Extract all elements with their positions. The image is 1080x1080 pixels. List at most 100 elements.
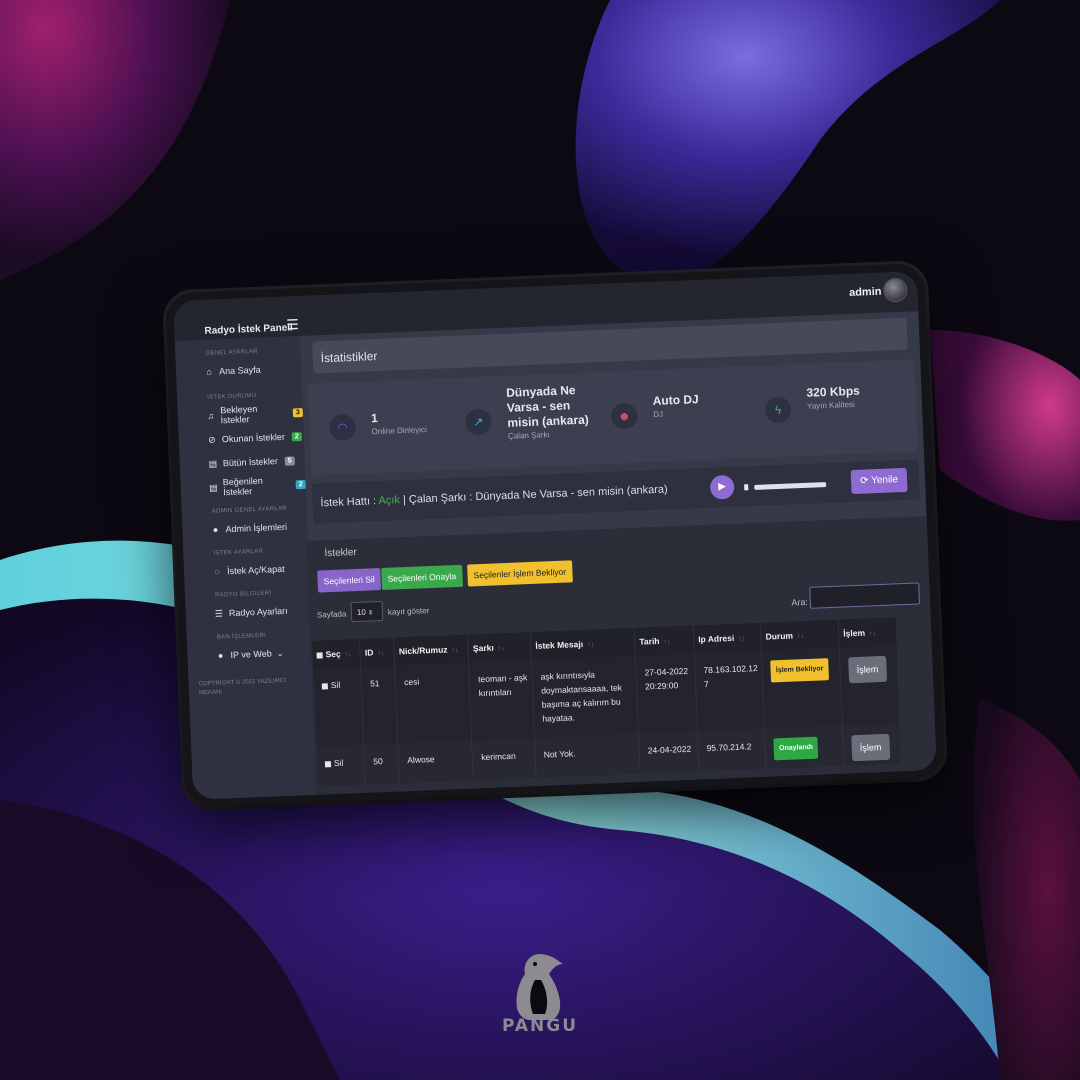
sort-icon: ↑↓ <box>377 649 385 658</box>
id-cell: 50 <box>364 743 400 785</box>
brand-title: Radyo İstek Paneli <box>204 322 294 337</box>
sort-icon: ↑↓ <box>738 635 746 643</box>
stats-title: İstatistikler <box>320 348 378 366</box>
message-cell: Not Yok. <box>534 733 641 778</box>
sort-icon: ↑↓ <box>344 651 352 659</box>
sort-icon: ↑↓ <box>587 641 595 649</box>
hamburger-icon[interactable]: ☰ <box>286 316 299 333</box>
tablet-device: Radyo İstek Paneli ☰ admin GENEL AYARLAR… <box>164 262 946 809</box>
page-size-suffix: kayıt göster <box>387 606 430 617</box>
select-arrows-icon: ⇕ <box>368 610 374 617</box>
column-header[interactable]: ID ↑↓ <box>359 637 395 667</box>
now-playing-text: | Çalan Şarkı : Dünyada Ne Varsa - sen m… <box>399 483 668 507</box>
sidebar-item-label: Bekleyen İstekler <box>220 403 258 426</box>
music-icon: ♫ <box>207 410 215 421</box>
column-header[interactable]: Ip Adresi ↑↓ <box>693 622 762 654</box>
play-button[interactable]: ▶ <box>709 474 735 500</box>
action-cell: İşlem <box>839 645 901 726</box>
progress-handle[interactable] <box>744 484 749 491</box>
user-icon: ● <box>212 524 219 535</box>
main-content: İstatistikler ◠ 1 Online Dinleyici ↗ Dün… <box>299 311 937 795</box>
sidebar-item-label: Beğenilen İstekler <box>222 475 264 498</box>
ip-cell: 78.163.102.127 <box>694 650 765 732</box>
stat-quality: ϟ 320 Kbps Yayın Kalitesi <box>764 378 906 444</box>
users-icon: ☻ <box>610 402 638 430</box>
sort-icon: ↑↓ <box>663 638 671 646</box>
action-button[interactable]: İşlem <box>851 733 890 762</box>
request-line-label: İstek Hattı : <box>320 495 379 510</box>
user-icon: ● <box>217 650 224 661</box>
count-badge: 2 <box>291 431 302 441</box>
progress-bar[interactable] <box>754 482 827 490</box>
action-cell: İşlem <box>842 723 902 766</box>
column-header[interactable]: Tarih ↑↓ <box>634 625 695 656</box>
column-header[interactable]: İstek Mesajı ↑↓ <box>530 627 636 661</box>
column-header[interactable]: Durum ↑↓ <box>760 619 840 651</box>
refresh-icon: ⟳ <box>859 475 869 487</box>
sort-icon: ↑↓ <box>451 646 459 655</box>
row-checkbox[interactable] <box>324 760 332 768</box>
sidebar-item-label: IP ve Web <box>230 648 272 661</box>
requests-title: İstekler <box>324 546 357 560</box>
select-cell[interactable]: Sil <box>313 666 365 747</box>
page-size-prefix: Sayfada <box>316 609 347 620</box>
count-badge: 2 <box>295 479 306 489</box>
sidebar-item-label: Bütün İstekler <box>222 456 279 469</box>
column-header[interactable]: Şarkı ↑↓ <box>467 632 532 663</box>
delete-selected-button[interactable]: Seçilenleri Sil <box>317 568 382 593</box>
bolt-icon: ϟ <box>764 396 792 424</box>
trend-icon: ↗ <box>464 408 492 436</box>
sliders-icon: ☰ <box>214 607 224 619</box>
select-all-checkbox[interactable] <box>316 652 323 659</box>
search-input[interactable] <box>809 582 921 609</box>
play-icon: ▶ <box>718 481 727 493</box>
requests-table: Seç ↑↓ ID ↑↓ Nick/Rumuz ↑↓ Şarkı ↑↓ İstek Me… <box>312 617 902 787</box>
select-cell[interactable]: Sil <box>316 744 366 787</box>
sidebar-item-label: Okunan İstekler <box>221 431 286 445</box>
column-header[interactable]: İşlem ↑↓ <box>838 617 898 648</box>
refresh-button[interactable]: ⟳ Yenile <box>850 467 908 495</box>
song-cell: kerimcan <box>472 737 537 781</box>
column-header[interactable]: Nick/Rumuz ↑↓ <box>393 634 469 666</box>
stat-listeners: ◠ 1 Online Dinleyici <box>328 396 450 461</box>
status-cell: İşlem Bekliyor <box>761 647 843 729</box>
stat-label: DJ <box>653 409 664 419</box>
player-status-text: İstek Hattı : Açık | Çalan Şarkı : Dünya… <box>320 483 668 509</box>
headphones-icon: ◠ <box>328 413 357 441</box>
ip-cell: 95.70.214.2 <box>697 728 767 772</box>
sidebar-item-label: İstek Aç/Kapat <box>226 563 285 577</box>
row-checkbox[interactable] <box>321 682 328 690</box>
copyright-text: COPYRIGHT © 2022 YAZILIMCI MEKANI <box>198 677 286 697</box>
sort-icon: ↑↓ <box>497 645 505 653</box>
count-badge: 3 <box>292 407 304 417</box>
count-badge: 5 <box>284 455 295 466</box>
request-line-status: Açık <box>378 494 401 508</box>
date-cell: 24-04-2022 <box>638 731 700 774</box>
pending-selected-button[interactable]: Seçilenler İşlem Bekliyor <box>467 560 573 587</box>
stat-value: 1 <box>370 411 379 426</box>
status-badge: Onaylandı <box>773 736 819 761</box>
requests-panel: İstekler Seçilenleri Sil Seçilenleri Ona… <box>306 516 937 795</box>
sidebar-item-label: Radyo Ayarları <box>228 605 288 619</box>
action-button[interactable]: İşlem <box>848 655 887 684</box>
stat-dj: ☻ Auto DJ DJ <box>610 384 742 449</box>
chevron-down-icon: ⌄ <box>276 648 284 658</box>
nick-cell: cesi <box>394 662 473 744</box>
page-size-select[interactable]: 10 ⇕ <box>350 600 384 623</box>
stat-current-song: ↗ Dünyada Ne Varsa - sen misin (ankara) … <box>464 383 596 455</box>
check-circle-icon: ⊘ <box>207 434 216 445</box>
stat-label: Yayın Kalitesi <box>806 399 856 411</box>
status-cell: Onaylandı <box>764 725 845 769</box>
stat-label: Çalan Şarkı <box>507 430 550 441</box>
stats-panel: ◠ 1 Online Dinleyici ↗ Dünyada Ne Varsa … <box>307 359 918 476</box>
avatar[interactable] <box>882 277 908 303</box>
user-name[interactable]: admin <box>849 286 882 299</box>
sidebar-item-label: Ana Sayfa <box>218 364 261 377</box>
song-cell: teoman - aşk kırıntıları <box>468 660 535 741</box>
column-header[interactable]: Seç ↑↓ <box>312 638 361 669</box>
approve-selected-button[interactable]: Seçilenleri Onayla <box>381 564 463 590</box>
brand-logo-text: PANGU <box>502 1016 579 1036</box>
home-icon: ⌂ <box>206 366 213 377</box>
stat-label: Online Dinleyici <box>371 425 427 437</box>
nick-cell: Alwose <box>398 740 474 784</box>
